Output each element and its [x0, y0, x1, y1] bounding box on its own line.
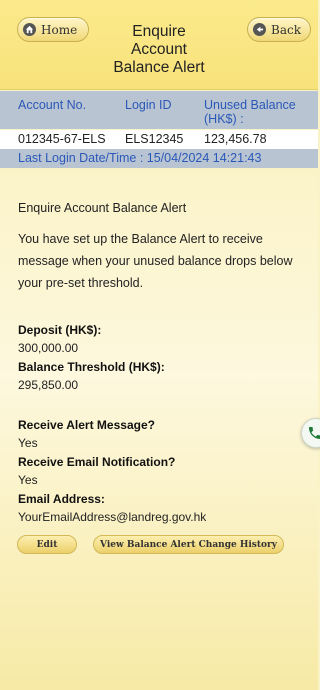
threshold-label: Balance Threshold (HK$): [18, 360, 165, 374]
phone-icon [309, 427, 320, 439]
email-address-label: Email Address: [18, 492, 105, 506]
email-address-value: YourEmailAddress@landreg.gov.hk [18, 510, 207, 524]
col-login-id: Login ID [125, 98, 172, 112]
view-change-history-button[interactable]: View Balance Alert Change History [93, 535, 284, 554]
alert-message-label: Receive Alert Message? [18, 418, 155, 432]
email-notify-value: Yes [18, 473, 38, 487]
home-button[interactable]: Home [17, 17, 89, 42]
back-icon [253, 23, 266, 36]
login-id-value: ELS12345 [125, 132, 184, 146]
col-account-no: Account No. [18, 98, 87, 112]
back-button-label: Back [271, 22, 301, 37]
home-button-label: Home [41, 22, 78, 37]
home-icon [23, 23, 36, 36]
back-button[interactable]: Back [247, 17, 311, 42]
section-title: Enquire Account Balance Alert [18, 201, 187, 215]
unused-balance-value: 123,456.78 [204, 132, 267, 146]
page-title: Enquire Account Balance Alert [113, 23, 205, 76]
alert-message-value: Yes [18, 436, 38, 450]
threshold-value: 295,850.00 [18, 378, 79, 392]
last-login-info: Last Login Date/Time : 15/04/2024 14:21:… [0, 149, 318, 168]
app-header: Home Enquire Account Balance Alert Back [0, 0, 318, 90]
col-unused-balance: Unused Balance (HK$) : [204, 98, 296, 126]
account-table-header: Account No. Login ID Unused Balance (HK$… [0, 91, 318, 129]
deposit-label: Deposit (HK$): [18, 323, 102, 337]
deposit-value: 300,000.00 [18, 341, 79, 355]
alert-description: You have set up the Balance Alert to rec… [18, 232, 293, 290]
account-no-value: 012345-67-ELS [18, 132, 106, 146]
edit-button[interactable]: Edit [17, 535, 77, 554]
account-table-row: 012345-67-ELS ELS12345 123,456.78 [0, 130, 318, 149]
email-notify-label: Receive Email Notification? [18, 455, 176, 469]
